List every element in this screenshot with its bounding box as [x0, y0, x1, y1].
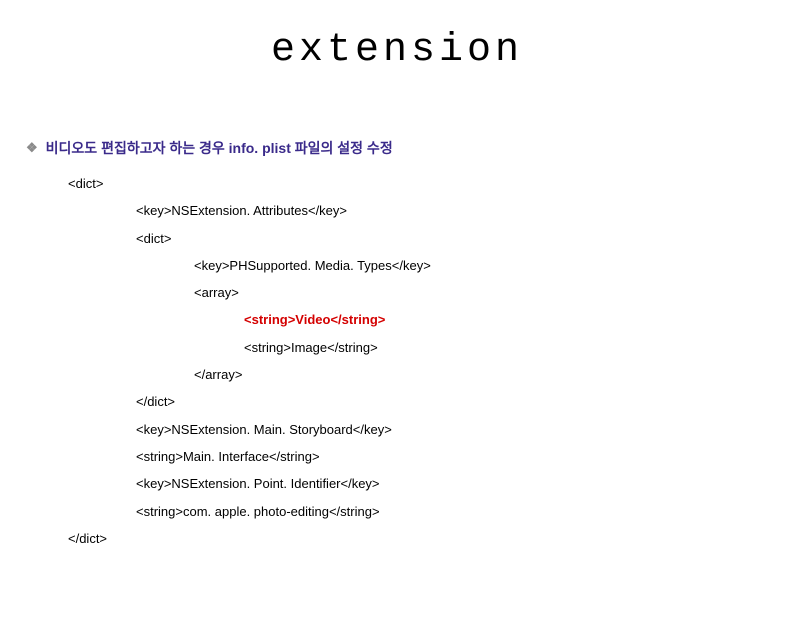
plist-code: <dict> <key>NSExtension. Attributes</key…: [26, 170, 431, 552]
code-line: <array>: [26, 279, 431, 306]
content-area: ❖ 비디오도 편집하고자 하는 경우 info. plist 파일의 설정 수정…: [26, 138, 431, 552]
page-title: extension: [0, 28, 794, 73]
code-line: <dict>: [26, 225, 431, 252]
bullet-heading: ❖ 비디오도 편집하고자 하는 경우 info. plist 파일의 설정 수정: [26, 138, 431, 158]
code-line: </array>: [26, 361, 431, 388]
code-line: <string>Image</string>: [26, 334, 431, 361]
diamond-icon: ❖: [26, 140, 38, 156]
code-line: <key>PHSupported. Media. Types</key>: [26, 252, 431, 279]
code-line-highlight: <string>Video</string>: [26, 306, 431, 333]
bullet-text: 비디오도 편집하고자 하는 경우 info. plist 파일의 설정 수정: [46, 138, 393, 158]
code-line: <string>Main. Interface</string>: [26, 443, 431, 470]
code-line: <key>NSExtension. Attributes</key>: [26, 197, 431, 224]
code-line: </dict>: [26, 525, 431, 552]
code-line: <dict>: [26, 170, 431, 197]
code-line: <key>NSExtension. Main. Storyboard</key>: [26, 416, 431, 443]
code-line: <string>com. apple. photo-editing</strin…: [26, 498, 431, 525]
code-line: </dict>: [26, 388, 431, 415]
code-line: <key>NSExtension. Point. Identifier</key…: [26, 470, 431, 497]
